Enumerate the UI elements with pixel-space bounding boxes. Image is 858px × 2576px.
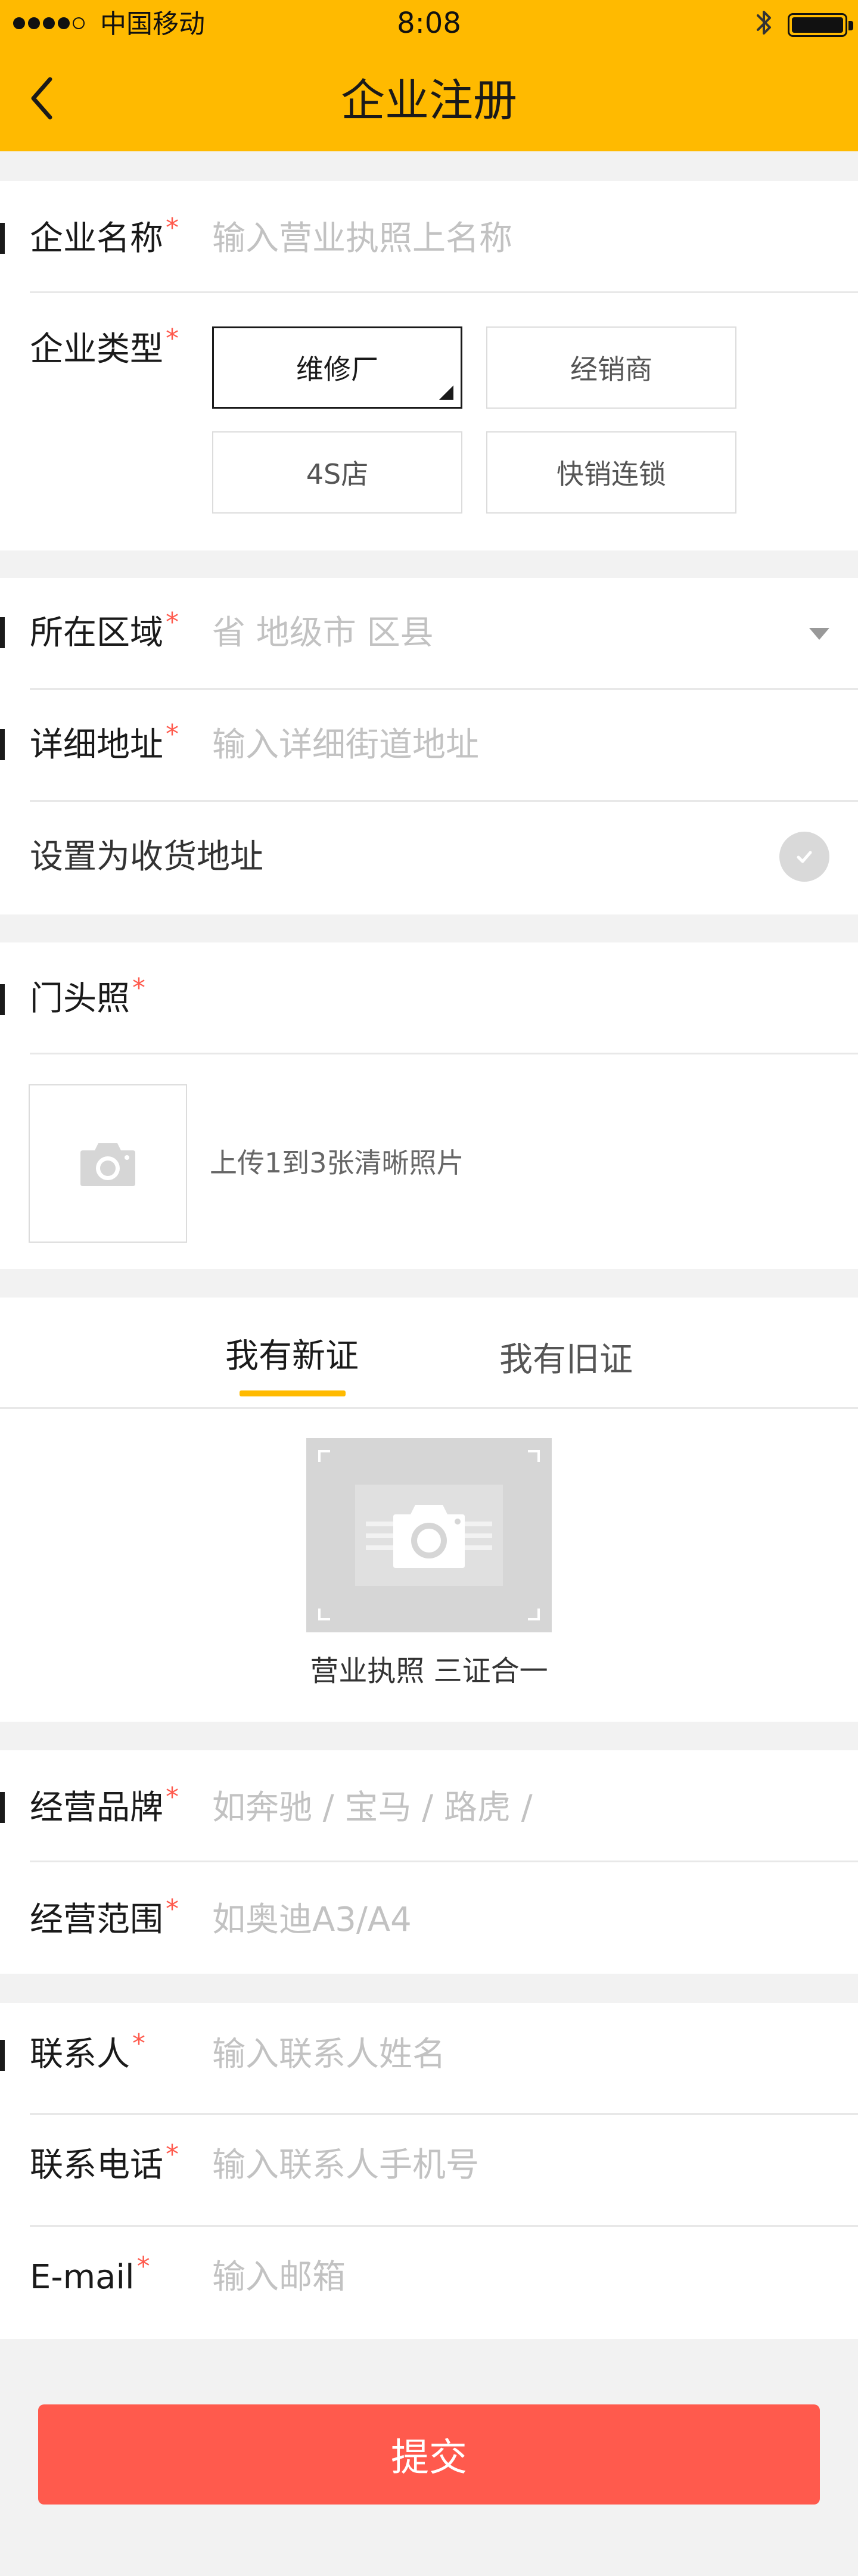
nav-bar: 企业注册 xyxy=(0,48,858,151)
region-label: 所在区域* xyxy=(30,607,179,652)
storefront-label: 门头照* xyxy=(30,973,145,1018)
selected-corner-icon xyxy=(439,385,453,400)
page-title: 企业注册 xyxy=(341,75,517,126)
type-option-label: 经销商 xyxy=(570,353,652,385)
type-option-label: 快销连锁 xyxy=(557,458,666,490)
divider xyxy=(30,2113,858,2115)
type-option-dealer[interactable]: 经销商 xyxy=(486,326,736,409)
brand-label: 经营品牌* xyxy=(30,1782,179,1827)
type-option-label: 4S店 xyxy=(306,458,369,490)
contact-section: 联系人* 输入联系人姓名 联系电话* 输入联系人手机号 E-mail* 输入邮箱 xyxy=(0,2003,858,2339)
divider xyxy=(30,688,858,690)
storefront-upload-button[interactable] xyxy=(29,1084,187,1243)
contact-phone-label: 联系电话* xyxy=(30,2139,179,2185)
check-icon xyxy=(797,851,812,863)
storefront-photo-section: 门头照* 上传1到3张清晰照片 xyxy=(0,942,858,1269)
camera-icon xyxy=(80,1143,135,1186)
row-marker xyxy=(0,223,5,254)
divider xyxy=(30,800,858,802)
tab-label: 我有旧证 xyxy=(499,1340,633,1379)
business-license-section: 我有新证 我有旧证 营业执照 三证合一 xyxy=(0,1298,858,1722)
license-camera-icon xyxy=(318,1450,540,1620)
status-bar: 中国移动 8:08 xyxy=(0,0,858,48)
company-name-label: 企业名称* xyxy=(30,213,179,258)
row-marker xyxy=(0,1792,5,1823)
business-scope-section: 经营品牌* 如奔驰 / 宝马 / 路虎 / 经营范围* 如奥迪A3/A4 xyxy=(0,1750,858,1974)
company-info-section: 企业名称* 输入营业执照上名称 企业类型* 维修厂 经销商 4S店 快销连锁 xyxy=(0,181,858,550)
tab-old-license[interactable]: 我有旧证 xyxy=(477,1301,655,1412)
tab-label: 我有新证 xyxy=(225,1336,359,1376)
divider xyxy=(30,1861,858,1862)
battery-icon xyxy=(788,13,853,37)
row-marker xyxy=(0,729,5,760)
email-label: E-mail* xyxy=(30,2251,150,2297)
divider xyxy=(30,2225,858,2227)
bluetooth-icon xyxy=(757,11,771,35)
scope-input[interactable] xyxy=(203,1884,846,1955)
active-tab-underline xyxy=(240,1390,346,1396)
type-option-fast-chain[interactable]: 快销连锁 xyxy=(486,431,736,514)
location-section: 所在区域* 省 地级市 区县 详细地址* 输入详细街道地址 设置为收货地址 xyxy=(0,578,858,914)
shipping-address-toggle[interactable] xyxy=(779,832,829,882)
contact-person-label: 联系人* xyxy=(30,2029,145,2074)
address-label: 详细地址* xyxy=(30,719,179,764)
row-marker xyxy=(0,984,5,1015)
company-name-input[interactable] xyxy=(203,204,846,275)
set-shipping-label: 设置为收货地址 xyxy=(30,838,263,876)
row-marker xyxy=(0,617,5,648)
company-type-label: 企业类型* xyxy=(30,323,179,369)
header: 中国移动 8:08 企业注册 xyxy=(0,0,858,151)
status-time: 8:08 xyxy=(397,7,461,40)
contact-person-input[interactable] xyxy=(203,2020,846,2091)
license-caption: 营业执照 三证合一 xyxy=(310,1654,548,1688)
upload-hint: 上传1到3张清晰照片 xyxy=(210,1147,464,1179)
brand-input[interactable] xyxy=(203,1773,846,1844)
divider xyxy=(30,1053,858,1054)
row-marker xyxy=(0,2040,5,2071)
type-option-repair-shop[interactable]: 维修厂 xyxy=(212,326,462,409)
email-input[interactable] xyxy=(203,2242,846,2314)
submit-button[interactable]: 提交 xyxy=(38,2404,820,2505)
license-upload-frame[interactable] xyxy=(306,1438,552,1632)
enterprise-registration-page: 中国移动 8:08 企业注册 企业名称* 输入营业执照上名称 企业类型* 维修厂… xyxy=(0,0,858,2576)
type-option-label: 维修厂 xyxy=(296,353,378,385)
tab-divider xyxy=(0,1407,858,1409)
scope-label: 经营范围* xyxy=(30,1894,179,1939)
contact-phone-input[interactable] xyxy=(203,2130,846,2202)
address-input[interactable] xyxy=(203,709,846,780)
region-select[interactable] xyxy=(203,598,846,670)
divider xyxy=(30,291,858,293)
type-option-4s-store[interactable]: 4S店 xyxy=(212,431,462,514)
